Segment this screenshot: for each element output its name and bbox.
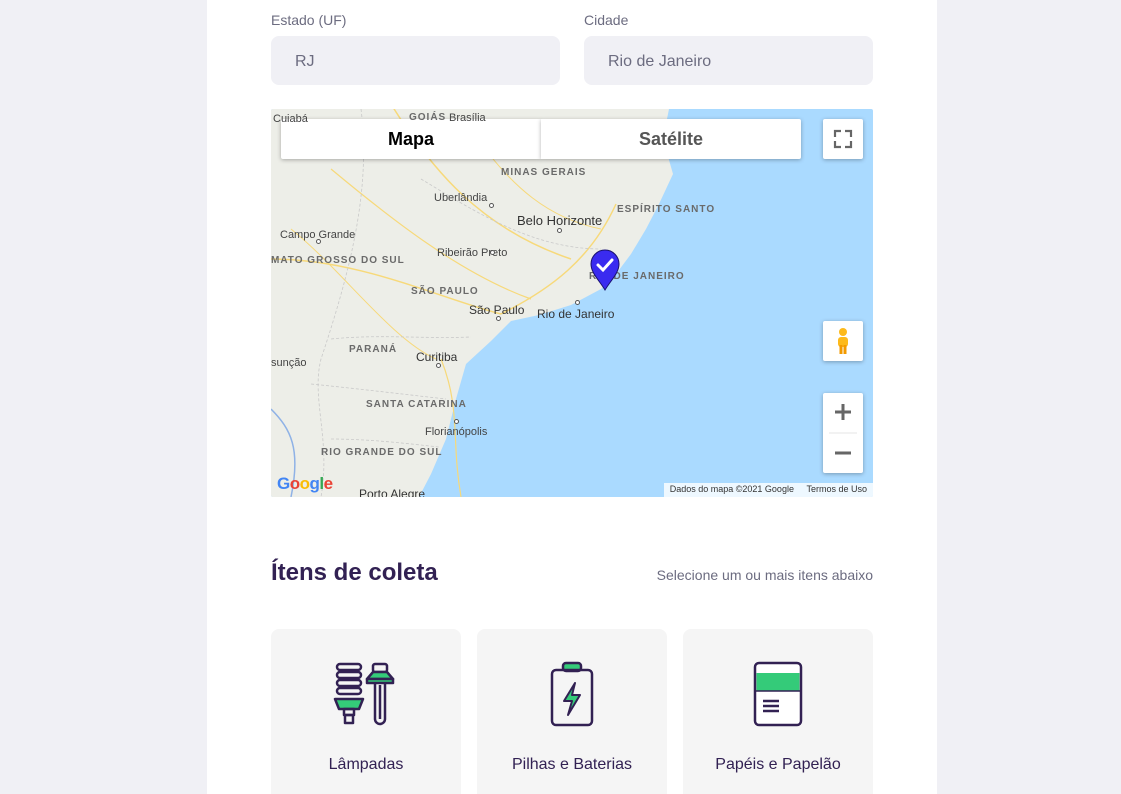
map[interactable]: Mapa Satélite Cuiabá GOIÁS Brasília MINA… xyxy=(271,109,873,497)
map-attribution: Dados do mapa ©2021 Google Termos de Uso xyxy=(663,483,873,497)
zoom-out-button[interactable] xyxy=(823,433,863,473)
items-section-hint: Selecione um ou mais itens abaixo xyxy=(656,567,873,583)
city-label: Cidade xyxy=(584,12,629,28)
zoom-controls xyxy=(823,393,863,473)
city-dot xyxy=(316,239,321,244)
item-label: Lâmpadas xyxy=(328,756,404,773)
map-label-ms: MATO GROSSO DO SUL xyxy=(271,255,405,266)
point-form-card: Estado (UF) RJ Cidade Rio de Janeiro Map… xyxy=(207,0,937,794)
item-label: Pilhas e Baterias xyxy=(511,756,633,773)
street-view-button[interactable] xyxy=(823,321,863,361)
map-label-ribeirao: Ribeirão Preto xyxy=(437,247,508,259)
map-label-curitiba: Curitiba xyxy=(416,350,458,364)
fullscreen-button[interactable] xyxy=(823,119,863,159)
map-label-brasilia: Brasília xyxy=(449,112,486,124)
map-label-rj-city: Rio de Janeiro xyxy=(537,307,615,321)
item-card-papeis[interactable]: Papéis e Papelão xyxy=(683,629,873,794)
city-dot xyxy=(496,316,501,321)
map-label-bh: Belo Horizonte xyxy=(517,213,603,228)
city-dot xyxy=(557,228,562,233)
lamp-icon xyxy=(333,662,395,726)
map-label-sc: SANTA CATARINA xyxy=(366,399,467,410)
location-marker-icon[interactable] xyxy=(589,249,621,291)
map-label-goias: GOIÁS xyxy=(409,112,447,123)
item-card-pilhas[interactable]: Pilhas e Baterias xyxy=(477,629,667,794)
tab-satellite[interactable]: Satélite xyxy=(541,119,801,159)
pegman-icon xyxy=(838,328,848,354)
item-card-lampadas[interactable]: Lâmpadas xyxy=(271,629,461,794)
map-label-floripa: Florianópolis xyxy=(425,426,488,438)
battery-icon xyxy=(550,661,594,727)
city-dot xyxy=(489,203,494,208)
city-dot xyxy=(575,300,580,305)
map-label-poa: Porto Alegre xyxy=(359,487,426,497)
city-dot xyxy=(490,250,495,255)
map-label-rs: RIO GRANDE DO SUL xyxy=(321,447,443,458)
map-label-sp-city: São Paulo xyxy=(469,303,525,317)
google-logo: Google xyxy=(277,474,333,493)
map-label-uberlandia: Uberlândia xyxy=(434,192,488,204)
uf-label: Estado (UF) xyxy=(271,12,347,28)
uf-select[interactable]: RJ xyxy=(271,36,560,85)
zoom-in-button[interactable] xyxy=(823,393,863,433)
map-label-espirito: ESPÍRITO SANTO xyxy=(617,204,716,215)
map-label-minas: MINAS GERAIS xyxy=(501,167,587,178)
city-dot xyxy=(436,363,441,368)
map-label-sp-state: SÃO PAULO xyxy=(411,286,479,297)
paper-icon xyxy=(753,661,803,727)
map-attribution-text: Dados do mapa ©2021 Google xyxy=(669,484,794,494)
map-label-assuncao: sunção xyxy=(271,357,307,369)
city-select[interactable]: Rio de Janeiro xyxy=(584,36,873,85)
map-label-cuiaba: Cuiabá xyxy=(273,113,308,125)
city-dot xyxy=(454,419,459,424)
map-label-parana: PARANÁ xyxy=(349,344,398,355)
item-label: Papéis e Papelão xyxy=(715,756,841,773)
fullscreen-icon xyxy=(833,129,853,149)
items-section-title: Ítens de coleta xyxy=(271,559,438,586)
tab-map[interactable]: Mapa xyxy=(281,119,541,159)
map-terms-link[interactable]: Termos de Uso xyxy=(806,484,867,494)
